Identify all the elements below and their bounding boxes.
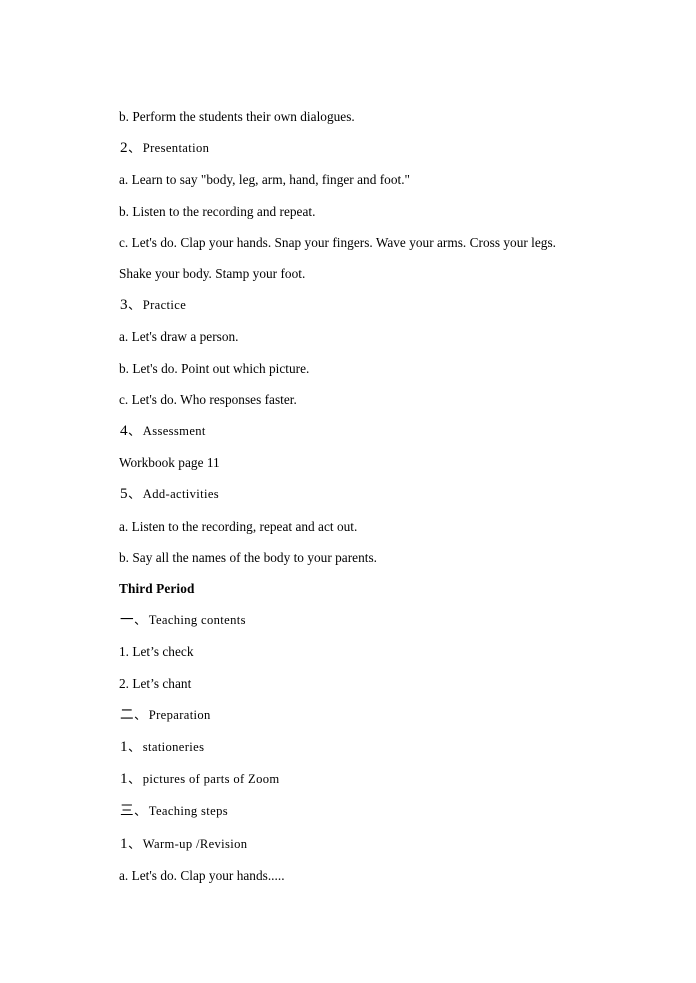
list-separator: 、 [128, 424, 141, 439]
paragraph-text: b. Let's do. Point out which picture. [119, 360, 310, 376]
list-numeral: 三 [120, 803, 135, 819]
line-lets-chant: 2. Let’s chant [119, 668, 589, 699]
list-numeral: 1 [120, 770, 129, 788]
line-say-names-to-parents: b. Say all the names of the body to your… [119, 542, 589, 573]
document-body: b. Perform the students their own dialog… [119, 101, 589, 891]
paragraph-text: Third Period [119, 581, 195, 597]
list-separator: 、 [134, 804, 147, 819]
line-section-er-preparation: 二、 Preparation [119, 699, 589, 731]
paragraph-text: c. Let's do. Clap your hands. Snap your … [119, 234, 556, 250]
line-learn-to-say: a. Learn to say "body, leg, arm, hand, f… [119, 164, 589, 195]
list-separator: 、 [128, 487, 141, 502]
list-item-label: pictures of parts of Zoom [142, 772, 280, 787]
line-heading-third-period: Third Period [119, 573, 589, 604]
line-listen-repeat-act-out: a. Listen to the recording, repeat and a… [119, 511, 589, 542]
list-separator: 、 [128, 141, 141, 156]
list-separator: 、 [128, 772, 141, 787]
paragraph-text: 2. Let’s chant [119, 675, 192, 691]
paragraph-text: Workbook page 11 [119, 455, 220, 471]
line-workbook-page: Workbook page 11 [119, 447, 589, 478]
list-numeral: 2 [120, 139, 129, 157]
line-shake-stamp: Shake your body. Stamp your foot. [119, 258, 589, 289]
line-listen-repeat: b. Listen to the recording and repeat. [119, 196, 589, 227]
list-separator: 、 [128, 740, 141, 755]
paragraph-text: b. Perform the students their own dialog… [119, 109, 355, 124]
line-perform-dialogues: b. Perform the students their own dialog… [119, 101, 589, 132]
list-item-label: Teaching contents [148, 613, 246, 628]
line-lets-check: 1. Let’s check [119, 636, 589, 667]
list-item-label: Presentation [142, 141, 210, 156]
paragraph-text: 1. Let’s check [119, 644, 194, 660]
paragraph-text: a. Listen to the recording, repeat and a… [119, 518, 358, 534]
document-page: b. Perform the students their own dialog… [0, 0, 696, 983]
line-item-stationeries: 1、 stationeries [119, 731, 589, 763]
line-section-4-assessment: 4、 Assessment [119, 415, 589, 447]
list-item-label: Add-activities [142, 487, 220, 502]
paragraph-text: a. Let's draw a person. [119, 329, 239, 345]
paragraph-text: a. Let's do. Clap your hands..... [119, 867, 285, 883]
line-section-3-practice: 3、 Practice [119, 289, 589, 321]
list-numeral: 二 [120, 706, 135, 722]
paragraph-text: b. Say all the names of the body to your… [119, 549, 377, 565]
list-numeral: 1 [120, 834, 129, 852]
list-item-label: Practice [142, 298, 187, 313]
list-numeral: 3 [120, 296, 129, 314]
paragraph-text: c. Let's do. Who responses faster. [119, 391, 297, 407]
list-numeral: 一 [120, 612, 135, 628]
paragraph-text: Shake your body. Stamp your foot. [119, 266, 306, 282]
paragraph-text: a. Learn to say "body, leg, arm, hand, f… [119, 172, 410, 188]
line-item-pictures-zoom: 1、 pictures of parts of Zoom [119, 763, 589, 795]
line-step-1-warm-up: 1、 Warm-up /Revision [119, 828, 589, 860]
list-item-label: Assessment [142, 424, 206, 439]
line-section-2-presentation: 2、 Presentation [119, 132, 589, 164]
line-section-5-add-activities: 5、 Add-activities [119, 478, 589, 510]
list-separator: 、 [134, 707, 147, 722]
list-numeral: 5 [120, 485, 129, 503]
list-item-label: Preparation [148, 707, 211, 722]
list-numeral: 4 [120, 422, 129, 440]
line-who-responses-faster: c. Let's do. Who responses faster. [119, 384, 589, 415]
line-section-yi-teaching-contents: 一、 Teaching contents [119, 604, 589, 636]
list-item-label: stationeries [142, 740, 205, 755]
list-separator: 、 [128, 298, 141, 313]
line-point-out-picture: b. Let's do. Point out which picture. [119, 353, 589, 384]
paragraph-text: b. Listen to the recording and repeat. [119, 203, 316, 219]
list-numeral: 1 [120, 738, 129, 756]
line-section-san-teaching-steps: 三、 Teaching steps [119, 795, 589, 827]
list-item-label: Teaching steps [148, 804, 228, 819]
line-draw-a-person: a. Let's draw a person. [119, 321, 589, 352]
line-lets-do-clap: c. Let's do. Clap your hands. Snap your … [119, 227, 589, 258]
list-item-label: Warm-up /Revision [142, 836, 248, 851]
list-separator: 、 [134, 613, 147, 628]
line-lets-do-clap-hands-ellipsis: a. Let's do. Clap your hands..... [119, 860, 589, 891]
list-separator: 、 [128, 836, 141, 851]
